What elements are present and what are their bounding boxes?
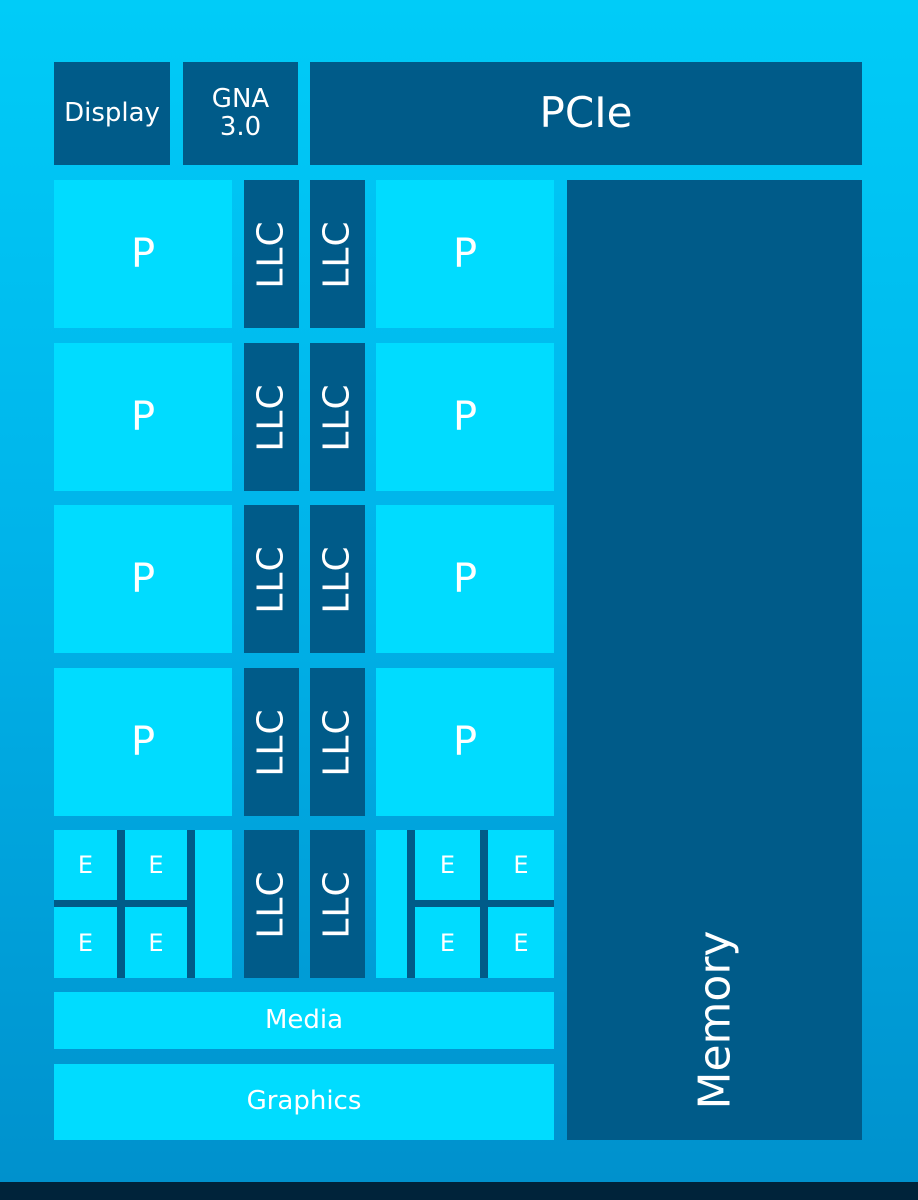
bottom-band <box>0 1182 918 1200</box>
llc-slice: LLC <box>244 505 299 653</box>
llc-slice-label: LLC <box>317 869 358 939</box>
llc-slice-label: LLC <box>251 544 292 614</box>
e-core-label: E <box>77 928 94 957</box>
llc-slice-label: LLC <box>251 707 292 777</box>
display-block: Display <box>54 62 170 165</box>
llc-slice-label: LLC <box>317 544 358 614</box>
llc-slice: LLC <box>310 668 365 816</box>
p-core-label: P <box>452 556 478 602</box>
p-core: P <box>376 505 554 653</box>
llc-slice: LLC <box>244 343 299 491</box>
e-core: E <box>125 907 187 978</box>
p-core: P <box>376 180 554 328</box>
p-core-label: P <box>130 394 156 440</box>
p-core-label: P <box>130 231 156 277</box>
pcie-block: PCIe <box>310 62 862 165</box>
e-core: E <box>125 830 187 900</box>
gna-version: 3.0 <box>219 111 262 142</box>
p-core-label: P <box>452 231 478 277</box>
e-core-label: E <box>439 928 456 957</box>
gna-label: GNA <box>211 84 270 115</box>
p-core: P <box>54 180 232 328</box>
llc-slice-label: LLC <box>317 219 358 289</box>
llc-slice-label: LLC <box>317 707 358 777</box>
e-core: E <box>488 907 554 978</box>
e-cluster-right-cache <box>376 830 407 978</box>
llc-slice-label: LLC <box>251 382 292 452</box>
display-label: Display <box>64 97 160 128</box>
p-core-label: P <box>452 719 478 765</box>
e-cluster-left-cache <box>195 830 232 978</box>
e-core-label: E <box>513 928 529 957</box>
llc-slice: LLC <box>310 830 365 978</box>
media-block: Media <box>54 992 554 1049</box>
llc-slice-label: LLC <box>251 869 292 939</box>
e-core: E <box>488 830 554 900</box>
gna-block: GNA 3.0 <box>183 62 298 165</box>
llc-slice: LLC <box>310 180 365 328</box>
p-core-label: P <box>130 556 156 602</box>
memory-label: Memory <box>689 930 741 1110</box>
graphics-block: Graphics <box>54 1064 554 1140</box>
pcie-label: PCIe <box>539 88 633 138</box>
llc-slice-label: LLC <box>251 219 292 289</box>
llc-slice: LLC <box>310 343 365 491</box>
e-core: E <box>415 830 480 900</box>
e-core-label: E <box>148 851 164 879</box>
llc-slice: LLC <box>244 180 299 328</box>
media-label: Media <box>264 1004 344 1035</box>
llc-slice: LLC <box>310 505 365 653</box>
e-core: E <box>54 830 117 900</box>
p-core-label: P <box>130 719 156 765</box>
p-core-label: P <box>452 394 478 440</box>
graphics-label: Graphics <box>246 1086 362 1117</box>
e-core-label: E <box>148 928 164 957</box>
p-core: P <box>54 505 232 653</box>
e-core-label: E <box>513 851 529 879</box>
llc-slice: LLC <box>244 830 299 978</box>
p-core: P <box>376 668 554 816</box>
e-core-label: E <box>77 851 94 879</box>
llc-slice-label: LLC <box>317 382 358 452</box>
p-core: P <box>54 668 232 816</box>
p-core: P <box>376 343 554 491</box>
llc-slice: LLC <box>244 668 299 816</box>
e-core-label: E <box>439 851 456 879</box>
e-core: E <box>415 907 480 978</box>
e-core: E <box>54 907 117 978</box>
p-core: P <box>54 343 232 491</box>
